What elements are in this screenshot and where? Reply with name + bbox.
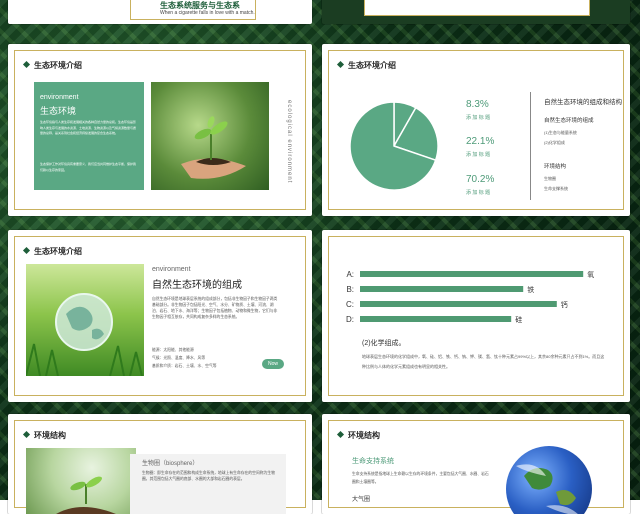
slide-thumbnail-5[interactable]: 生态环境介绍 environment 自然生态环境的组成 自然生态环境是地球表层…	[8, 230, 312, 402]
diamond-icon	[336, 60, 345, 69]
bar-category-label: B:	[346, 285, 354, 294]
environment-card: environment 生态环境 生态环境指与人类生存和发展相关的各种自然力量的…	[34, 82, 144, 190]
bar-chart: A: 氧 B: 铁 C: 钙 D: 硅	[346, 270, 594, 324]
heading-en: environment	[152, 266, 191, 273]
bar-value-label: 钙	[561, 300, 568, 309]
chemistry-paragraph: 地球表层生态环境的化学组成中，氧、硅、铝、铁、钙、钠、钾、镁、氢、钛十种元素占9…	[362, 354, 605, 369]
group2-item-2: 生命支撑系统	[544, 186, 568, 191]
cover-tagline-en: When a cigarette falls in love with a ma…	[160, 10, 255, 16]
card-paragraph-1: 生态环境指与人类生存和发展相关的各种自然力量的总和。生态环境是影响人类生存与发展…	[40, 120, 137, 135]
bar-value-label: 铁	[527, 285, 534, 294]
section-title: 环境结构	[336, 430, 380, 441]
seedling-hands-photo	[151, 82, 269, 190]
globe-grass-photo	[26, 264, 144, 376]
atmosphere-label: 大气圈	[352, 497, 371, 503]
earth-globe-image	[506, 446, 592, 514]
pie-chart	[349, 101, 439, 191]
card-heading-en: environment	[40, 94, 79, 101]
biosphere-paragraph: 生物圈：即生命存在的范围和构成生命系统，地球上有生命存在的空间称为生物圈，其范围…	[142, 471, 275, 481]
slide-thumbnail-1[interactable]: 生态系统服务与生态系 When a cigarette falls in lov…	[8, 0, 312, 24]
bar-3	[360, 301, 557, 307]
bullet-3: 基质和介质：岩石、土壤、水、空气等	[152, 364, 217, 368]
card-heading-cn: 生态环境	[40, 106, 77, 116]
slide-thumbnail-3[interactable]: 生态环境介绍 environment 生态环境 生态环境指与人类生存和发展相关的…	[8, 44, 312, 216]
pie-label-3: 70.2%	[466, 174, 495, 185]
right-title: 自然生态环境的组成和结构	[544, 99, 622, 106]
group1-item-1: (1)生态与能量系统	[544, 130, 577, 135]
group2-title: 环境结构	[544, 164, 567, 170]
pie-label-1: 8.3%	[466, 99, 489, 110]
bar-category-label: A:	[346, 270, 354, 279]
card-paragraph-2: 生态保护工作对环境具有重要意义，我们应当共同维护生态平衡，保护我们赖以生存的家园…	[40, 162, 137, 172]
bar-value-label: 硅	[515, 315, 522, 324]
diamond-icon	[22, 246, 31, 255]
pie-caption-1: 添 加 标 题	[466, 115, 491, 121]
bar-4	[360, 316, 512, 322]
section-title: 环境结构	[22, 430, 66, 441]
biosphere-panel: 生物圈（biosphere） 生物圈：即生命存在的范围和构成生命系统，地球上有生…	[130, 454, 286, 514]
slide-thumbnail-8[interactable]: 环境结构 生命支持系统 生命支持系统是指地球上生命赖以生存的环境条件，主要包括大…	[322, 414, 630, 514]
bar-value-label: 氧	[587, 270, 594, 279]
pie-caption-2: 添 加 标 题	[466, 152, 491, 158]
vertical-caption: ecological environment	[286, 100, 292, 184]
chemistry-subheading: (2)化学组成。	[362, 340, 406, 347]
life-support-subtitle: 生命支持系统	[352, 458, 394, 465]
bullet-2: 气候：光照、温度、降水、风等	[152, 356, 206, 360]
cover-card	[364, 0, 590, 16]
diamond-icon	[336, 430, 345, 439]
bar-category-label: D:	[346, 315, 354, 324]
bar-1	[360, 271, 584, 277]
group1-item-2: (2)化学组成	[544, 140, 565, 145]
life-support-paragraph: 生命支持系统是指地球上生命赖以生存的环境条件，主要包括大气圈、水圈、岩石圈和土壤…	[352, 472, 489, 484]
biosphere-label: 生物圈（biosphere）	[142, 461, 199, 467]
bar-2	[360, 286, 524, 292]
heading-cn: 自然生态环境的组成	[152, 280, 242, 291]
slide-thumbnail-4[interactable]: 生态环境介绍 8.3% 添 加 标 题 22.1% 添 加 标 题 70.2% …	[322, 44, 630, 216]
slide-thumbnail-6[interactable]: A: 氧 B: 铁 C: 钙 D: 硅 (2)化学组成。 地球表层生态环境的化学组成中，氧、硅…	[322, 230, 630, 402]
group1-title: 自然生态环境的组成	[544, 118, 594, 124]
section-title: 生态环境介绍	[22, 60, 82, 71]
seedling-photo	[26, 448, 136, 514]
divider-line	[530, 92, 531, 200]
group2-item-1: 生物圈	[544, 176, 556, 181]
diamond-icon	[22, 430, 31, 439]
section-title: 生态环境介绍	[336, 60, 396, 71]
section-title: 生态环境介绍	[22, 246, 82, 257]
pie-label-2: 22.1%	[466, 136, 495, 147]
slide-thumbnail-2[interactable]	[322, 0, 630, 24]
bullet-1: 能源：太阳能、其他能源	[152, 348, 194, 352]
now-button[interactable]: Now	[262, 359, 284, 369]
bar-category-label: C:	[346, 300, 354, 309]
diamond-icon	[22, 60, 31, 69]
slide-thumbnail-7[interactable]: 环境结构 生物圈（biosphere） 生物圈：即生命存在的范围和构成生命系统，…	[8, 414, 312, 514]
pie-caption-3: 添 加 标 题	[466, 190, 491, 196]
body-paragraph: 自然生态环境是地球表层系统的组成部分，包括非生物因子和生物因子两类基础部分。非生…	[152, 297, 278, 319]
